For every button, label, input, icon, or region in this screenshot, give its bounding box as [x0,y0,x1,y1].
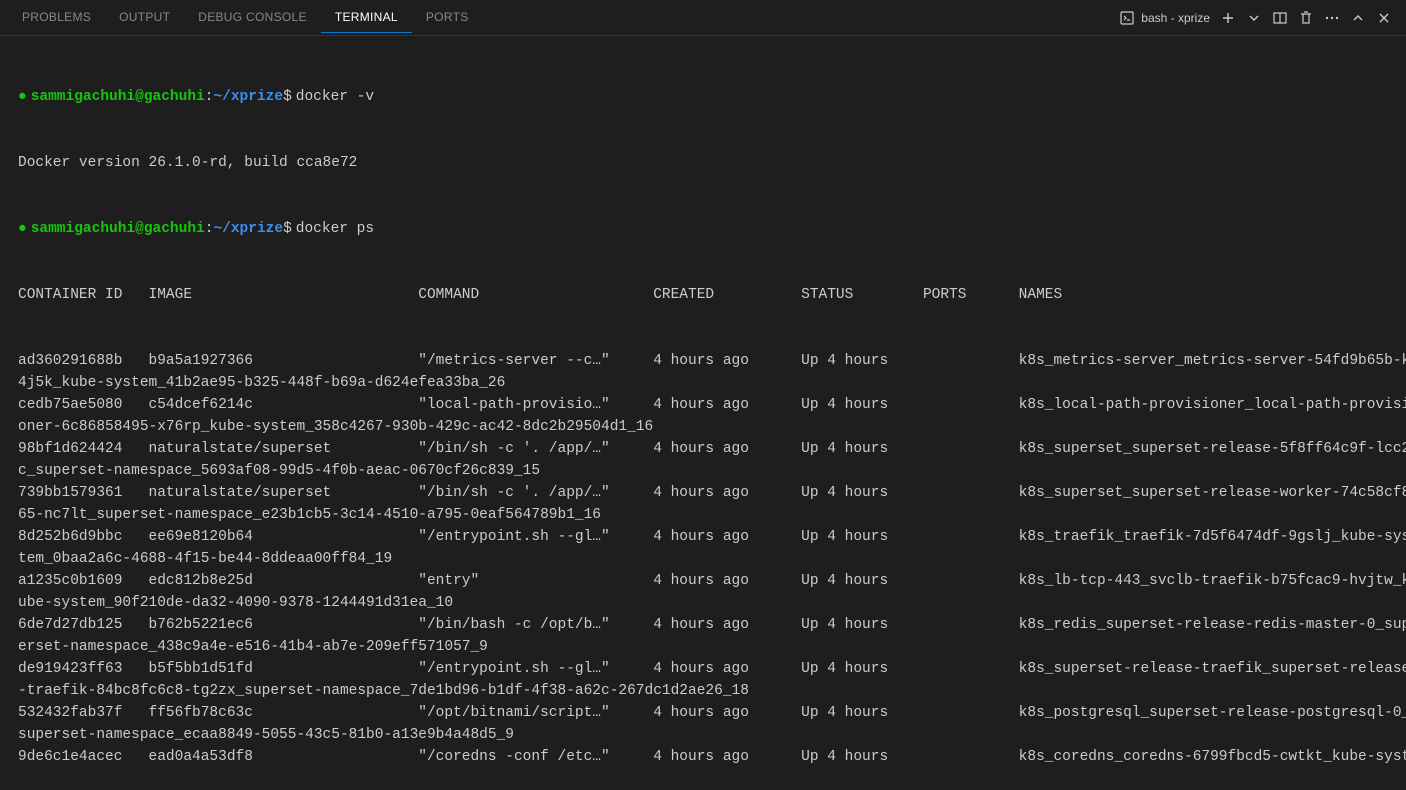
table-row: ad360291688b b9a5a1927366 "/metrics-serv… [18,350,1388,372]
table-row: 6de7d27db125 b762b5221ec6 "/bin/bash -c … [18,614,1388,636]
command-text: docker ps [296,218,374,240]
prompt-user: sammigachuhi@gachuhi [31,218,205,240]
table-row: 65-nc7lt_superset-namespace_e23b1cb5-3c1… [18,504,1388,526]
maximize-panel-button[interactable] [1350,10,1366,26]
new-terminal-button[interactable] [1220,10,1236,26]
table-row: 98bf1d624424 naturalstate/superset "/bin… [18,438,1388,460]
tab-output[interactable]: OUTPUT [105,2,184,33]
table-row: 739bb1579361 naturalstate/superset "/bin… [18,482,1388,504]
tab-debug-console[interactable]: DEBUG CONSOLE [184,2,321,33]
table-row: erset-namespace_438c9a4e-e516-41b4-ab7e-… [18,636,1388,658]
split-terminal-button[interactable] [1272,10,1288,26]
terminal-box-icon [1119,10,1135,26]
table-row: 532432fab37f ff56fb78c63c "/opt/bitnami/… [18,702,1388,724]
terminal-profile-text: bash - xprize [1141,11,1210,25]
terminal-profile-label[interactable]: bash - xprize [1119,10,1210,26]
panel-tab-bar: PROBLEMS OUTPUT DEBUG CONSOLE TERMINAL P… [0,0,1406,36]
terminal-dropdown-button[interactable] [1246,10,1262,26]
table-row: -traefik-84bc8fc6c8-tg2zx_superset-names… [18,680,1388,702]
prompt-bullet-icon: ● [18,86,27,108]
prompt-path: ~/xprize [213,218,283,240]
panel-tabs: PROBLEMS OUTPUT DEBUG CONSOLE TERMINAL P… [8,2,483,33]
table-row: oner-6c86858495-x76rp_kube-system_358c42… [18,416,1388,438]
prompt-line-1: ● sammigachuhi@gachuhi:~/xprize$ docker … [18,86,1388,108]
tab-ports[interactable]: PORTS [412,2,483,33]
prompt-path: ~/xprize [213,86,283,108]
prompt-line-2: ● sammigachuhi@gachuhi:~/xprize$ docker … [18,218,1388,240]
table-row: ube-system_90f210de-da32-4090-9378-12444… [18,592,1388,614]
docker-version-output: Docker version 26.1.0-rd, build cca8e72 [18,152,1388,174]
prompt-bullet-icon: ● [18,218,27,240]
more-actions-button[interactable] [1324,10,1340,26]
table-row: 9de6c1e4acec ead0a4a53df8 "/coredns -con… [18,746,1388,768]
tab-terminal[interactable]: TERMINAL [321,2,412,33]
tab-problems[interactable]: PROBLEMS [8,2,105,33]
table-row: de919423ff63 b5f5bb1d51fd "/entrypoint.s… [18,658,1388,680]
prompt-dollar: $ [283,218,292,240]
table-row: a1235c0b1609 edc812b8e25d "entry" 4 hour… [18,570,1388,592]
prompt-colon: : [205,86,214,108]
docker-ps-output: ad360291688b b9a5a1927366 "/metrics-serv… [18,350,1388,768]
prompt-user: sammigachuhi@gachuhi [31,86,205,108]
table-row: cedb75ae5080 c54dcef6214c "local-path-pr… [18,394,1388,416]
docker-ps-header: CONTAINER ID IMAGE COMMAND CREATED STATU… [18,284,1388,306]
kill-terminal-button[interactable] [1298,10,1314,26]
close-panel-button[interactable] [1376,10,1392,26]
prompt-colon: : [205,218,214,240]
table-row: c_superset-namespace_5693af08-99d5-4f0b-… [18,460,1388,482]
prompt-dollar: $ [283,86,292,108]
table-row: tem_0baa2a6c-4688-4f15-be44-8ddeaa00ff84… [18,548,1388,570]
terminal-content[interactable]: ● sammigachuhi@gachuhi:~/xprize$ docker … [0,36,1406,790]
table-row: 8d252b6d9bbc ee69e8120b64 "/entrypoint.s… [18,526,1388,548]
command-text: docker -v [296,86,374,108]
panel-toolbar: bash - xprize [1119,10,1398,26]
table-row: 4j5k_kube-system_41b2ae95-b325-448f-b69a… [18,372,1388,394]
table-row: superset-namespace_ecaa8849-5055-43c5-81… [18,724,1388,746]
